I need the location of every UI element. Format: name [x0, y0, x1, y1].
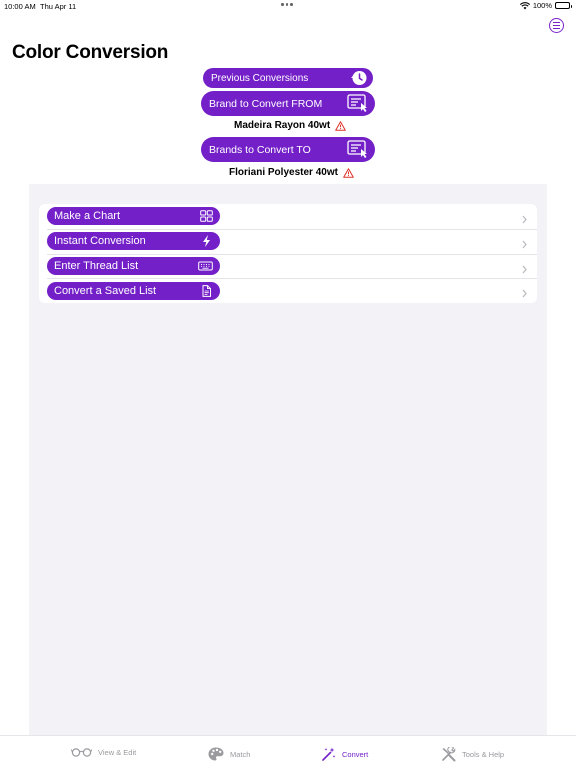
chevron-right-icon [522, 211, 527, 229]
make-chart-button[interactable]: Make a Chart [47, 207, 220, 226]
grid-icon [200, 210, 213, 223]
list-circle-icon[interactable] [549, 18, 564, 33]
tab-tools-help[interactable]: Tools & Help [441, 747, 504, 762]
warning-icon[interactable] [343, 167, 354, 178]
brand-from-selection: Madeira Rayon 40wt [234, 120, 346, 131]
brands-to-label: Brands to Convert TO [209, 143, 311, 156]
bolt-icon [200, 235, 213, 248]
battery-percent: 100% [532, 1, 552, 10]
page-title: Color Conversion [12, 42, 169, 63]
previous-conversions-button[interactable]: Previous Conversions [203, 68, 373, 88]
status-date: Thu Apr 11 [40, 2, 77, 11]
wifi-icon [519, 1, 530, 10]
previous-conversions-label: Previous Conversions [211, 72, 309, 84]
brand-from-label: Brand to Convert FROM [209, 97, 323, 110]
tab-convert-label: Convert [342, 749, 369, 759]
history-icon [349, 69, 368, 87]
brands-to-selection: Floriani Polyester 40wt [229, 167, 354, 178]
convert-saved-list-button[interactable]: Convert a Saved List [47, 281, 220, 300]
tab-view-edit-label: View & Edit [98, 747, 137, 757]
magic-wand-icon [322, 747, 336, 761]
instant-conversion-button[interactable]: Instant Conversion [47, 232, 220, 251]
chevron-right-icon [522, 236, 527, 254]
tab-bar: View & Edit Match Convert Tools & Help [0, 735, 576, 768]
list-item-enter-thread-list[interactable]: Enter Thread List [39, 253, 537, 279]
conversion-options-list: Make a Chart Instant Conversion Enter Th… [39, 204, 537, 303]
brands-to-button[interactable]: Brands to Convert TO [201, 137, 375, 162]
instant-conversion-label: Instant Conversion [54, 235, 146, 248]
status-bar: 10:00 AM Thu Apr 11 100% [0, 0, 576, 14]
brands-to-value: Floriani Polyester 40wt [229, 167, 338, 178]
tab-match[interactable]: Match [208, 747, 250, 761]
eyeglasses-icon [71, 747, 92, 757]
select-list-icon [347, 140, 369, 158]
warning-icon[interactable] [335, 120, 346, 131]
tab-convert[interactable]: Convert [322, 747, 368, 761]
tab-match-label: Match [230, 749, 251, 759]
select-list-icon [347, 94, 369, 112]
make-chart-label: Make a Chart [54, 210, 121, 223]
enter-thread-list-label: Enter Thread List [54, 259, 139, 272]
palette-icon [208, 747, 224, 761]
enter-thread-list-button[interactable]: Enter Thread List [47, 256, 220, 275]
multitasking-dots-icon[interactable] [281, 3, 293, 6]
tab-tools-help-label: Tools & Help [462, 750, 505, 759]
convert-saved-list-label: Convert a Saved List [54, 284, 157, 297]
tab-view-edit[interactable]: View & Edit [71, 747, 136, 757]
document-icon [200, 284, 213, 297]
keyboard-icon [198, 260, 213, 272]
battery-icon [555, 2, 572, 9]
list-item-convert-saved-list[interactable]: Convert a Saved List [39, 278, 537, 303]
list-item-make-chart[interactable]: Make a Chart [39, 204, 537, 229]
status-time: 10:00 AM [4, 2, 36, 11]
chevron-right-icon [522, 285, 527, 303]
status-right: 100% [519, 1, 572, 10]
brand-from-button[interactable]: Brand to Convert FROM [201, 91, 375, 116]
list-item-instant-conversion[interactable]: Instant Conversion [39, 228, 537, 254]
tools-icon [441, 747, 456, 762]
brand-from-value: Madeira Rayon 40wt [234, 120, 331, 131]
chevron-right-icon [522, 261, 527, 279]
